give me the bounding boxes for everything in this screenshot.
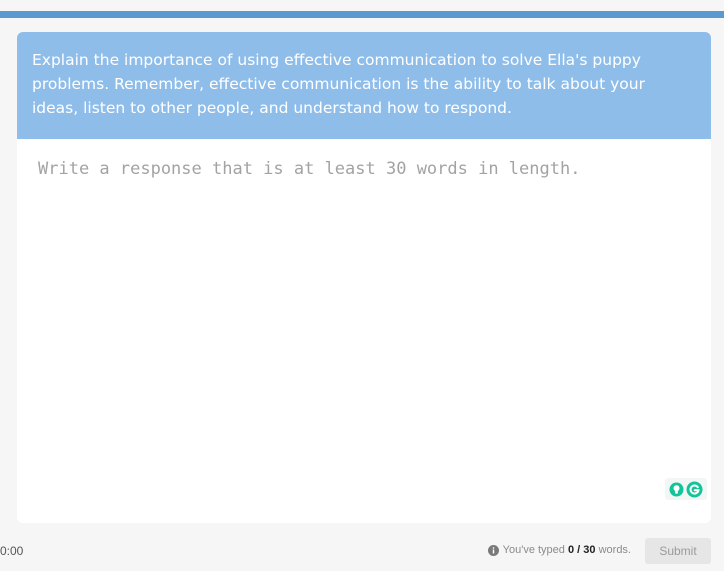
- response-textarea[interactable]: [17, 139, 711, 523]
- footer-bar: 0:00 You've typed 0 / 30 words. Submit: [0, 530, 724, 570]
- grammarly-icon[interactable]: [686, 481, 703, 498]
- top-accent-bar: [0, 11, 724, 18]
- info-icon: [487, 544, 499, 556]
- word-count-status: You've typed 0 / 30 words.: [487, 544, 631, 556]
- word-count-suffix: words.: [598, 544, 631, 556]
- submit-button[interactable]: Submit: [645, 538, 711, 564]
- question-card: Explain the importance of using effectiv…: [17, 32, 711, 523]
- typed-word-count: 0: [567, 544, 575, 556]
- timer: 0:00: [0, 544, 24, 558]
- grammarly-widget[interactable]: [665, 478, 707, 500]
- question-prompt: Explain the importance of using effectiv…: [32, 51, 645, 117]
- lightbulb-icon[interactable]: [669, 482, 684, 497]
- prompt-box: Explain the importance of using effectiv…: [17, 32, 711, 139]
- word-count-prefix: You've typed: [502, 544, 565, 556]
- word-count-separator: /: [577, 544, 581, 556]
- required-word-count: 30: [583, 544, 596, 556]
